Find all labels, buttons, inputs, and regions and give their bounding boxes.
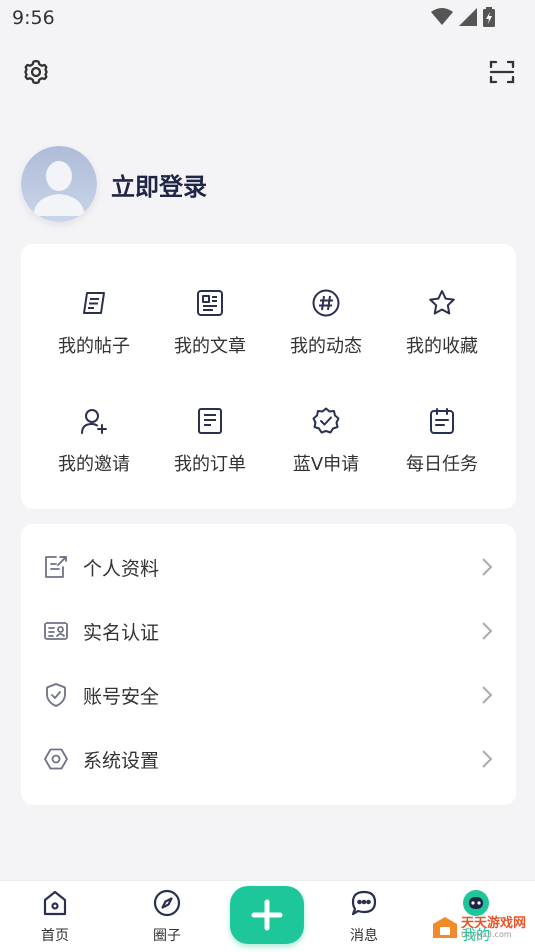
grid-item-label: 我的收藏 xyxy=(406,336,478,357)
list-item-label: 账号安全 xyxy=(83,686,160,708)
signal-icon xyxy=(459,8,477,26)
chat-icon xyxy=(351,890,377,916)
grid-item-label: 我的订单 xyxy=(174,454,246,475)
chevron-right-icon xyxy=(482,622,493,640)
battery-icon xyxy=(483,7,495,27)
profile-header[interactable]: 立即登录 xyxy=(21,146,207,222)
settings-list-card: 个人资料 实名认证 账号安全 系统设置 xyxy=(21,524,516,805)
watermark-logo-icon xyxy=(433,917,457,938)
login-link[interactable]: 立即登录 xyxy=(111,167,207,202)
chevron-right-icon xyxy=(482,750,493,768)
list-item-label: 个人资料 xyxy=(83,558,160,580)
nav-label: 首页 xyxy=(41,928,69,944)
gear-icon[interactable] xyxy=(19,55,53,89)
grid-item-my-favorites[interactable]: 我的收藏 xyxy=(384,288,500,378)
grid-item-my-moments[interactable]: 我的动态 xyxy=(268,288,384,378)
compass-icon xyxy=(153,889,181,917)
watermark-url: ttdyx23.com xyxy=(461,930,512,939)
hexagon-settings-icon xyxy=(44,748,68,770)
chevron-right-icon xyxy=(482,558,493,576)
list-item-profile[interactable]: 个人资料 xyxy=(21,536,516,600)
shield-icon xyxy=(46,683,66,707)
grid-item-label: 我的动态 xyxy=(290,336,362,357)
nav-item-home[interactable]: 首页 xyxy=(20,889,90,949)
home-icon xyxy=(43,890,67,916)
watermark: 天天游戏网 ttdyx23.com xyxy=(432,916,526,940)
profile-face-icon xyxy=(463,890,489,916)
id-card-icon xyxy=(44,622,68,640)
invite-user-icon xyxy=(81,409,107,434)
quick-actions-card: 我的帖子 我的文章 我的动态 我的收藏 我的邀请 我的订单 蓝V申请 每日任务 xyxy=(21,244,516,509)
star-icon xyxy=(429,290,455,315)
list-item-label: 系统设置 xyxy=(83,750,160,772)
post-icon xyxy=(83,292,105,314)
default-avatar-icon xyxy=(21,146,97,222)
add-post-button[interactable] xyxy=(230,886,304,944)
wifi-icon xyxy=(431,8,453,25)
grid-item-my-posts[interactable]: 我的帖子 xyxy=(36,288,152,378)
list-item-account-security[interactable]: 账号安全 xyxy=(21,664,516,728)
plus-icon xyxy=(251,899,283,931)
edit-profile-icon xyxy=(45,556,67,578)
grid-item-my-articles[interactable]: 我的文章 xyxy=(152,288,268,378)
system-icons xyxy=(431,7,495,27)
nav-label: 消息 xyxy=(350,928,378,944)
watermark-text: 天天游戏网 xyxy=(461,916,527,931)
grid-item-label: 蓝V申请 xyxy=(292,454,360,475)
list-item-system-settings[interactable]: 系统设置 xyxy=(21,728,516,792)
order-icon xyxy=(198,408,222,434)
nav-label: 圈子 xyxy=(153,928,181,944)
list-item-real-name[interactable]: 实名认证 xyxy=(21,600,516,664)
list-item-label: 实名认证 xyxy=(83,622,160,644)
grid-item-my-invites[interactable]: 我的邀请 xyxy=(36,406,152,496)
grid-item-label: 我的帖子 xyxy=(58,336,130,357)
grid-item-my-orders[interactable]: 我的订单 xyxy=(152,406,268,496)
grid-item-label: 我的邀请 xyxy=(58,454,130,475)
nav-item-messages[interactable]: 消息 xyxy=(329,889,399,949)
status-time: 9:56 xyxy=(12,7,55,29)
grid-item-daily-tasks[interactable]: 每日任务 xyxy=(384,406,500,496)
chevron-right-icon xyxy=(482,686,493,704)
calendar-icon xyxy=(430,408,454,434)
avatar[interactable] xyxy=(21,146,97,222)
verified-badge-icon xyxy=(312,407,340,434)
grid-item-blue-v-apply[interactable]: 蓝V申请 xyxy=(268,406,384,496)
status-bar: 9:56 xyxy=(0,0,535,36)
nav-item-circle[interactable]: 圈子 xyxy=(132,889,202,949)
grid-item-label: 我的文章 xyxy=(174,336,246,357)
article-icon xyxy=(197,290,223,316)
grid-item-label: 每日任务 xyxy=(406,454,478,475)
scan-icon[interactable] xyxy=(485,55,519,89)
hashtag-icon xyxy=(312,289,340,317)
